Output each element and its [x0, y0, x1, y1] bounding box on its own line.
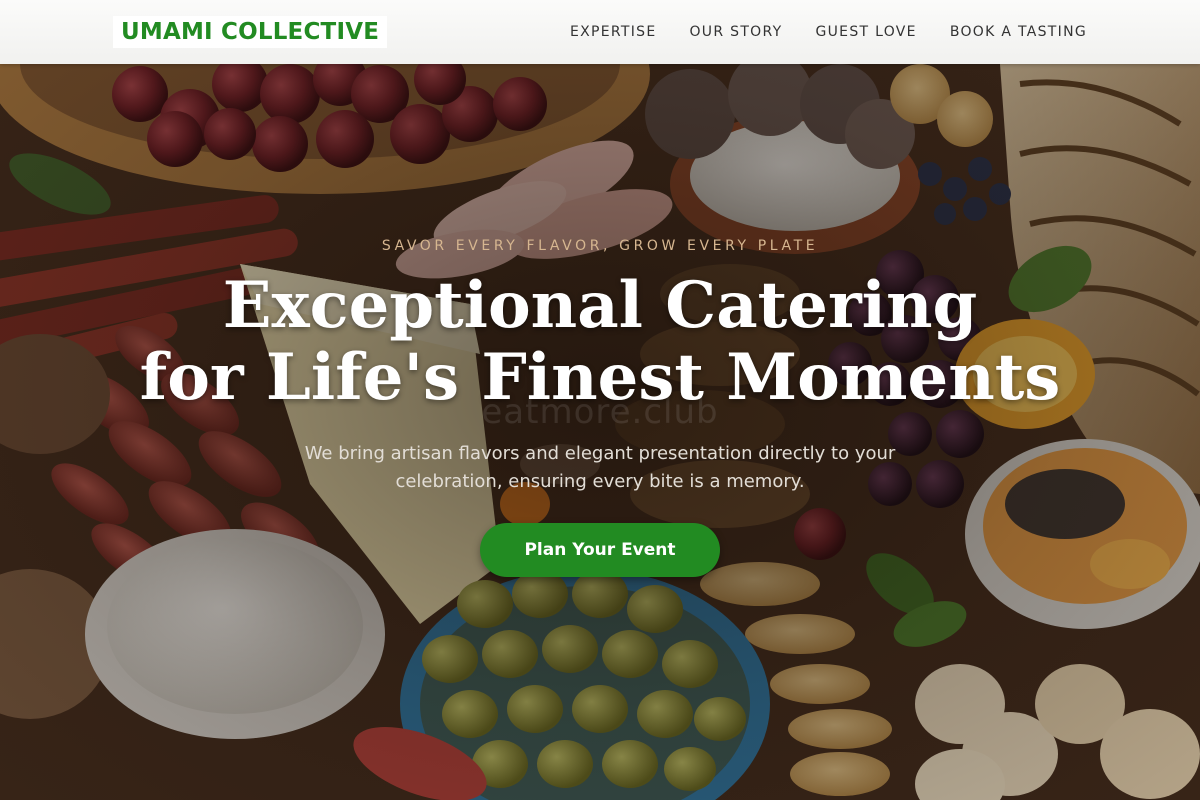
nav-link-book-a-tasting[interactable]: BOOK A TASTING [950, 22, 1087, 42]
plan-your-event-button[interactable]: Plan Your Event [480, 523, 720, 577]
hero-headline-line-2: for Life's Finest Moments [139, 340, 1061, 415]
hero-tagline: SAVOR EVERY FLAVOR, GROW EVERY PLATE [381, 238, 819, 254]
nav-link-our-story[interactable]: OUR STORY [689, 22, 782, 42]
hero-subtitle: We bring artisan flavors and elegant pre… [304, 443, 896, 492]
hero-section: eatmore.club SAVOR EVERY FLAVOR, GROW EV… [0, 64, 1200, 800]
nav-link-guest-love[interactable]: GUEST LOVE [815, 22, 916, 42]
brand-logo[interactable]: UMAMI COLLECTIVE [113, 16, 388, 48]
site-header: UMAMI COLLECTIVE EXPERTISE OUR STORY GUE… [0, 0, 1200, 64]
main-nav: EXPERTISE OUR STORY GUEST LOVE BOOK A TA… [570, 22, 1087, 42]
hero-overlay [0, 64, 1200, 800]
hero-headline: Exceptional Catering for Life's Finest M… [0, 270, 1200, 414]
hero-headline-line-1: Exceptional Catering [222, 268, 978, 343]
nav-link-expertise[interactable]: EXPERTISE [570, 22, 657, 42]
